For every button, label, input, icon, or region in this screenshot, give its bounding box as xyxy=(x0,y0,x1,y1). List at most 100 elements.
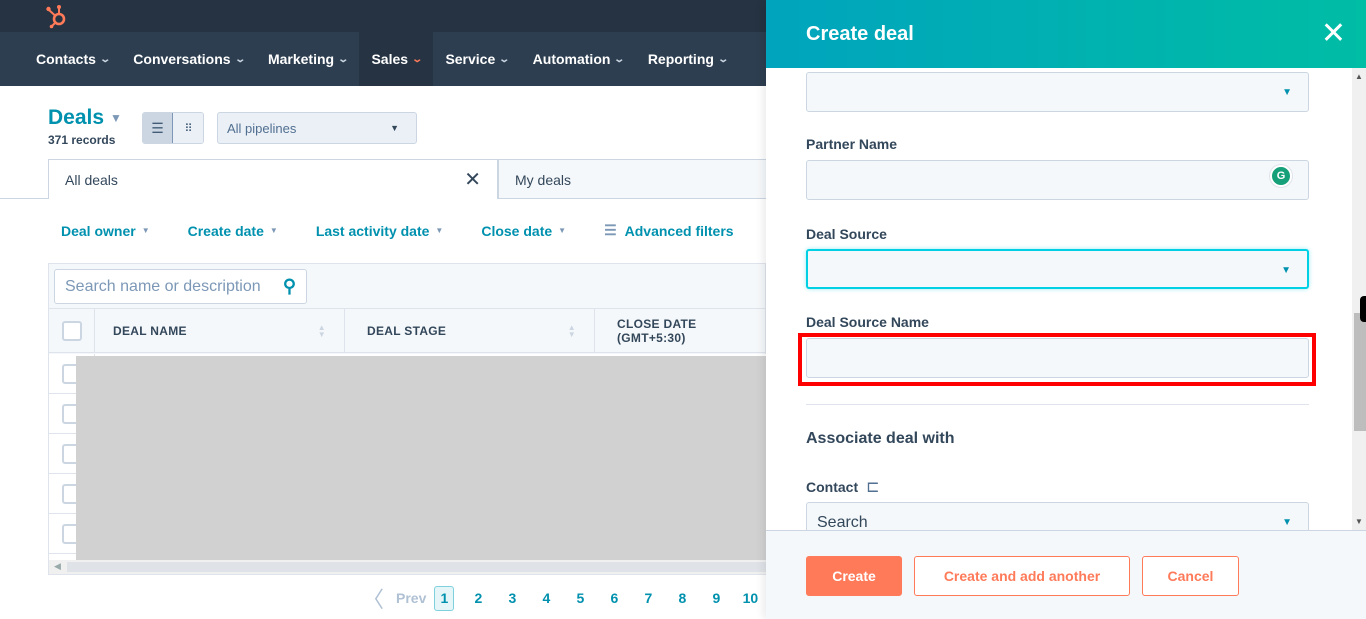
page-button[interactable]: 8 xyxy=(672,586,692,611)
caret-down-icon: ▼ xyxy=(558,226,567,235)
partner-name-input[interactable]: G xyxy=(806,160,1309,200)
list-view-button[interactable]: ☰ xyxy=(143,113,174,143)
prev-label: Prev xyxy=(396,590,427,606)
tab-my-deals[interactable]: My deals xyxy=(498,159,766,199)
tab-all-deals[interactable]: All deals ✕ xyxy=(48,159,498,199)
scrollbar-thumb[interactable] xyxy=(67,562,767,572)
nav-service[interactable]: Service ⌄ xyxy=(433,32,520,86)
nav-label: Automation xyxy=(532,51,611,67)
page-button[interactable]: 4 xyxy=(536,586,556,611)
nav-conversations[interactable]: Conversations ⌄ xyxy=(121,32,256,86)
search-placeholder: Search xyxy=(817,514,868,530)
close-tab-icon[interactable]: ✕ xyxy=(464,167,481,192)
search-icon[interactable]: ⚲ xyxy=(283,276,296,297)
mouse-cursor xyxy=(1360,296,1366,322)
select-all-checkbox[interactable] xyxy=(61,320,82,341)
table-body xyxy=(49,354,767,564)
page-title: Deals xyxy=(48,106,105,129)
caret-down-icon: ▼ xyxy=(435,226,444,235)
contact-search-select[interactable]: Search ▼ xyxy=(806,502,1309,530)
pipeline-select[interactable]: All pipelines ▼ xyxy=(217,112,417,144)
filter-close-date[interactable]: Close date ▼ xyxy=(481,223,566,239)
tab-label: All deals xyxy=(65,171,118,188)
top-select-field[interactable]: ▼ xyxy=(806,72,1309,112)
advanced-filters-button[interactable]: ☰ Advanced filters xyxy=(604,222,734,239)
filter-deal-owner[interactable]: Deal owner ▼ xyxy=(61,223,150,239)
sort-icon[interactable]: ▲ ▼ xyxy=(318,323,326,338)
deal-source-select[interactable]: ▼ xyxy=(806,249,1309,289)
caret-down-icon: ▼ xyxy=(1281,265,1291,276)
chevron-down-icon: ⌄ xyxy=(411,53,424,65)
column-header-close-date[interactable]: CLOSE DATE (GMT+5:30) xyxy=(595,309,767,352)
hubspot-logo-icon[interactable] xyxy=(44,3,70,29)
grid-icon: ⠿ xyxy=(184,122,192,135)
cancel-button[interactable]: Cancel xyxy=(1142,556,1239,596)
caret-down-icon: ▼ xyxy=(269,226,278,235)
nav-label: Contacts xyxy=(36,51,96,67)
panel-title: Create deal xyxy=(806,22,914,45)
sort-icon[interactable]: ▲ ▼ xyxy=(568,323,576,338)
page-button[interactable]: 9 xyxy=(706,586,726,611)
nav-reporting[interactable]: Reporting ⌄ xyxy=(636,32,740,86)
nav-label: Marketing xyxy=(267,51,335,67)
nav-automation[interactable]: Automation ⌄ xyxy=(521,32,636,86)
partner-name-label: Partner Name xyxy=(806,136,898,152)
column-header-deal-stage[interactable]: DEAL STAGE ▲ ▼ xyxy=(345,309,595,352)
prev-page-button[interactable]: 〈 Prev xyxy=(362,582,426,614)
board-view-button[interactable]: ⠿ xyxy=(173,113,203,143)
column-label: DEAL NAME xyxy=(113,323,187,338)
nav-label: Service xyxy=(445,51,496,67)
scroll-left-icon[interactable]: ◀ xyxy=(54,561,61,572)
caret-down-icon: ▼ xyxy=(110,111,122,125)
association-icon[interactable]: ⊏ xyxy=(866,477,879,497)
select-all-cell xyxy=(49,309,95,352)
page-button[interactable]: 5 xyxy=(570,586,590,611)
chevron-down-icon: ⌄ xyxy=(498,53,511,65)
filter-label: Create date xyxy=(187,222,264,239)
associate-section-title: Associate deal with xyxy=(806,430,955,447)
scrollbar-thumb[interactable] xyxy=(1354,313,1366,431)
create-and-add-another-button[interactable]: Create and add another xyxy=(914,556,1130,596)
scroll-up-icon[interactable]: ▲ xyxy=(1355,72,1363,81)
contact-label-text: Contact xyxy=(806,479,859,495)
highlight-box xyxy=(798,333,1316,386)
redacted-content xyxy=(76,356,767,562)
create-button[interactable]: Create xyxy=(806,556,902,596)
contact-label: Contact ⊏ xyxy=(806,477,880,497)
close-icon[interactable]: ✕ xyxy=(1321,19,1346,49)
filter-last-activity-date[interactable]: Last activity date ▼ xyxy=(316,223,444,239)
page-button[interactable]: 3 xyxy=(502,586,522,611)
nav-marketing[interactable]: Marketing ⌄ xyxy=(256,32,360,86)
column-label: CLOSE DATE (GMT+5:30) xyxy=(617,316,697,345)
filter-create-date[interactable]: Create date ▼ xyxy=(188,223,278,239)
scroll-down-icon[interactable]: ▼ xyxy=(1355,517,1363,526)
nav-sales[interactable]: Sales ⌄ xyxy=(359,32,434,86)
page-button[interactable]: 1 xyxy=(434,585,455,611)
panel-footer: Create Create and add another Cancel xyxy=(766,530,1366,619)
filter-label: Advanced filters xyxy=(624,222,734,239)
main-nav: Contacts ⌄ Conversations ⌄ Marketing ⌄ Sale… xyxy=(0,32,766,86)
panel-header: Create deal ✕ xyxy=(766,0,1366,68)
page-button[interactable]: 10 xyxy=(740,586,760,611)
search-placeholder: Search name or description xyxy=(65,277,261,295)
nav-label: Conversations xyxy=(133,51,231,67)
caret-down-icon: ▼ xyxy=(1282,87,1292,98)
page-button[interactable]: 2 xyxy=(468,586,488,611)
page-button[interactable]: 7 xyxy=(638,586,658,611)
nav-label: Sales xyxy=(371,51,409,67)
divider xyxy=(0,198,48,199)
record-count: 371 records xyxy=(48,133,116,147)
chevron-down-icon: ⌄ xyxy=(613,53,626,65)
table-search-input[interactable]: Search name or description ⚲ xyxy=(54,269,307,304)
chevron-left-icon: 〈 xyxy=(362,587,385,612)
column-label: DEAL STAGE xyxy=(367,323,447,338)
page-button[interactable]: 6 xyxy=(604,586,624,611)
object-selector[interactable]: Deals ▼ xyxy=(48,106,122,130)
horizontal-scrollbar[interactable]: ◀ xyxy=(49,560,767,574)
column-header-deal-name[interactable]: DEAL NAME ▲ ▼ xyxy=(95,309,345,352)
pagination: 〈 Prev 1 2 3 4 5 6 7 8 9 10 xyxy=(362,582,774,614)
grammarly-icon[interactable]: G xyxy=(1270,165,1292,187)
panel-form: ▼ Partner Name G Deal Source ▼ Deal Sour… xyxy=(766,68,1354,530)
list-icon: ☰ xyxy=(151,119,164,136)
nav-contacts[interactable]: Contacts ⌄ xyxy=(0,32,121,86)
